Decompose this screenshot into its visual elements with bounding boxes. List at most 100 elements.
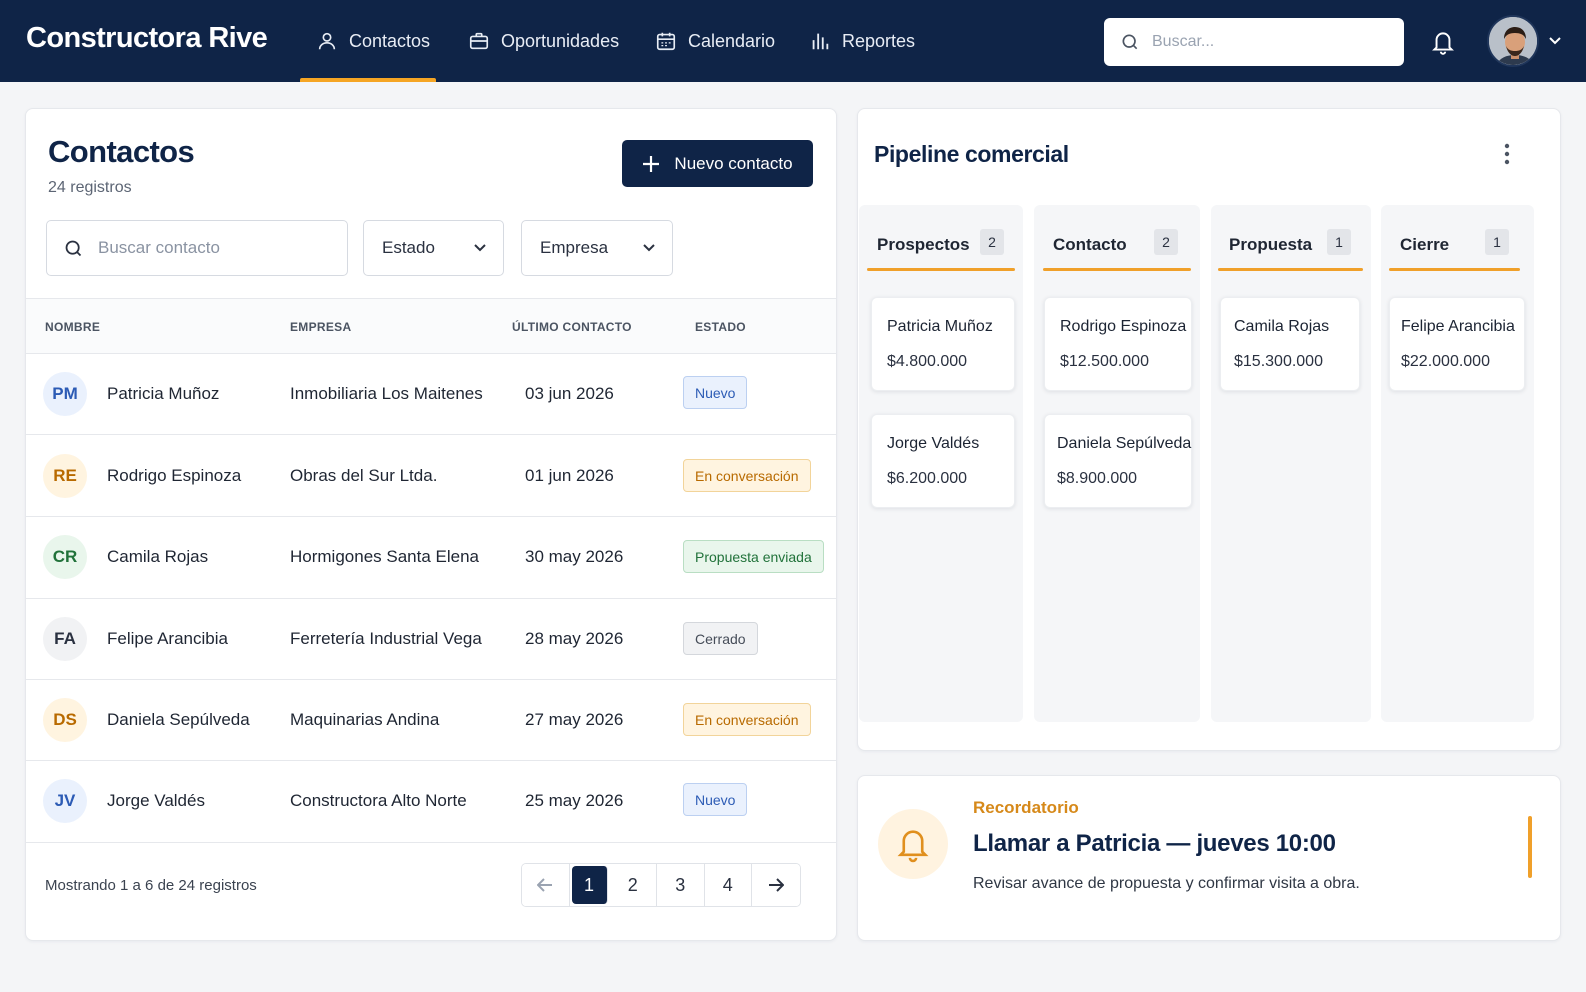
- page-button-2[interactable]: 2: [609, 864, 657, 906]
- chevron-down-icon: [643, 244, 655, 252]
- column-accent-line: [1043, 268, 1191, 271]
- contacts-panel: Contactos 24 registros Nuevo contacto Es…: [25, 108, 837, 941]
- reminder-accent-bar: [1528, 816, 1532, 878]
- deal-value: $22.000.000: [1401, 353, 1490, 370]
- status-badge: En conversación: [683, 459, 811, 492]
- contact-name[interactable]: Felipe Arancibia: [107, 629, 228, 649]
- previous-page-button[interactable]: [522, 864, 570, 906]
- notifications-bell-icon[interactable]: [1430, 28, 1456, 56]
- contact-name[interactable]: Daniela Sepúlveda: [107, 710, 250, 730]
- contact-last-date: 30 may 2026: [525, 547, 624, 566]
- contact-company: Ferretería Industrial Vega: [290, 629, 482, 648]
- nav-oportunidades[interactable]: Oportunidades: [468, 0, 619, 82]
- reminder-label: Recordatorio: [973, 798, 1079, 817]
- briefcase-icon: [469, 32, 489, 50]
- deal-card[interactable]: Jorge Valdés $6.200.000: [871, 414, 1015, 508]
- avatar: PM: [43, 372, 87, 416]
- deal-card[interactable]: Rodrigo Espinoza $12.500.000: [1044, 297, 1192, 391]
- column-count: 2: [980, 229, 1004, 255]
- column-title: Contacto: [1053, 235, 1127, 254]
- estado-filter-label: Estado: [382, 238, 435, 257]
- pipeline-panel: Pipeline comercial Prospectos 2 Patricia…: [857, 108, 1561, 751]
- empresa-filter-label: Empresa: [540, 238, 609, 257]
- column-accent-line: [867, 268, 1015, 271]
- contact-last-date: 27 may 2026: [525, 710, 624, 729]
- calendar-icon: [656, 32, 676, 51]
- status-badge: Cerrado: [683, 622, 758, 655]
- table-row[interactable]: JV Jorge Valdés Constructora Alto Norte …: [26, 761, 836, 843]
- deal-name: Camila Rojas: [1234, 318, 1330, 335]
- pipeline-column-propuesta: Propuesta 1 Camila Rojas $15.300.000: [1211, 205, 1371, 722]
- new-contact-button[interactable]: Nuevo contacto: [622, 140, 813, 187]
- table-row[interactable]: PM Patricia Muñoz Inmobiliaria Los Maite…: [26, 354, 836, 435]
- bell-icon: [897, 830, 929, 863]
- contact-company: Constructora Alto Norte: [290, 791, 467, 810]
- deal-card[interactable]: Daniela Sepúlveda $8.900.000: [1044, 414, 1192, 508]
- page-button-4[interactable]: 4: [704, 864, 752, 906]
- deal-card[interactable]: Camila Rojas $15.300.000: [1220, 297, 1360, 391]
- nav-contactos[interactable]: Contactos: [299, 0, 437, 82]
- page-title: Contactos: [48, 134, 195, 169]
- global-search[interactable]: [1104, 18, 1404, 66]
- avatar: FA: [43, 617, 87, 661]
- contact-last-date: 25 may 2026: [525, 791, 624, 810]
- avatar: CR: [43, 535, 87, 579]
- pipeline-column-prospectos: Prospectos 2 Patricia Muñoz $4.800.000 J…: [859, 205, 1023, 722]
- next-page-button[interactable]: [752, 864, 800, 906]
- global-search-input[interactable]: [1152, 33, 1372, 51]
- page-button-3[interactable]: 3: [657, 864, 705, 906]
- column-header-ultimo-contacto[interactable]: ÚLTIMO CONTACTO: [512, 320, 632, 334]
- pagination: 1 2 3 4: [521, 863, 801, 907]
- nav-label: Reportes: [842, 30, 916, 51]
- pipeline-column-cierre: Cierre 1 Felipe Arancibia $22.000.000: [1381, 205, 1534, 722]
- column-title: Cierre: [1400, 235, 1450, 254]
- contact-last-date: 03 jun 2026: [525, 384, 614, 403]
- reminder-panel[interactable]: Recordatorio Llamar a Patricia — jueves …: [857, 775, 1561, 941]
- table-row[interactable]: CR Camila Rojas Hormigones Santa Elena 3…: [26, 517, 836, 599]
- pagination-info: Mostrando 1 a 6 de 24 registros: [45, 877, 257, 894]
- deal-card[interactable]: Felipe Arancibia $22.000.000: [1389, 297, 1525, 391]
- user-icon: [318, 32, 336, 50]
- brand-logo[interactable]: Constructora Rive: [26, 22, 268, 55]
- column-title: Propuesta: [1229, 235, 1313, 254]
- deal-name: Daniela Sepúlveda: [1057, 435, 1192, 452]
- nav-reportes[interactable]: Reportes: [809, 0, 915, 82]
- column-count: 1: [1485, 229, 1509, 255]
- table-row[interactable]: RE Rodrigo Espinoza Obras del Sur Ltda. …: [26, 435, 836, 517]
- column-accent-line: [1389, 268, 1520, 271]
- status-badge: Nuevo: [683, 783, 748, 816]
- column-header-nombre[interactable]: NOMBRE: [45, 320, 100, 334]
- deal-name: Felipe Arancibia: [1401, 318, 1515, 335]
- deal-name: Rodrigo Espinoza: [1060, 318, 1187, 335]
- contact-search[interactable]: [46, 220, 348, 276]
- reminder-icon-circle: [878, 809, 948, 879]
- pipeline-title: Pipeline comercial: [874, 141, 1069, 167]
- column-header-empresa[interactable]: EMPRESA: [290, 320, 351, 334]
- user-avatar[interactable]: [1487, 15, 1539, 67]
- deal-name: Jorge Valdés: [887, 435, 980, 452]
- table-header: NOMBRE EMPRESA ÚLTIMO CONTACTO ESTADO: [26, 298, 836, 354]
- page-button-1[interactable]: 1: [571, 866, 608, 904]
- chevron-down-icon[interactable]: [1548, 35, 1562, 47]
- contact-last-date: 01 jun 2026: [525, 466, 614, 485]
- estado-filter-dropdown[interactable]: Estado: [363, 220, 504, 276]
- empresa-filter-dropdown[interactable]: Empresa: [521, 220, 673, 276]
- deal-value: $8.900.000: [1057, 470, 1138, 487]
- deal-value: $15.300.000: [1234, 353, 1323, 370]
- contact-name[interactable]: Rodrigo Espinoza: [107, 466, 241, 486]
- deal-card[interactable]: Patricia Muñoz $4.800.000: [871, 297, 1015, 391]
- table-row[interactable]: FA Felipe Arancibia Ferretería Industria…: [26, 599, 836, 680]
- contact-name[interactable]: Camila Rojas: [107, 547, 208, 567]
- nav-calendario[interactable]: Calendario: [655, 0, 775, 82]
- contact-name[interactable]: Patricia Muñoz: [107, 384, 219, 404]
- column-header-estado[interactable]: ESTADO: [695, 320, 746, 334]
- avatar: RE: [43, 454, 87, 498]
- column-count: 1: [1327, 229, 1351, 255]
- table-row[interactable]: DS Daniela Sepúlveda Maquinarias Andina …: [26, 680, 836, 761]
- column-accent-line: [1218, 268, 1363, 271]
- deal-name: Patricia Muñoz: [887, 318, 993, 335]
- deal-value: $12.500.000: [1060, 353, 1149, 370]
- contact-search-input[interactable]: [98, 238, 338, 258]
- more-options-icon[interactable]: [1504, 143, 1510, 165]
- contact-name[interactable]: Jorge Valdés: [107, 791, 205, 811]
